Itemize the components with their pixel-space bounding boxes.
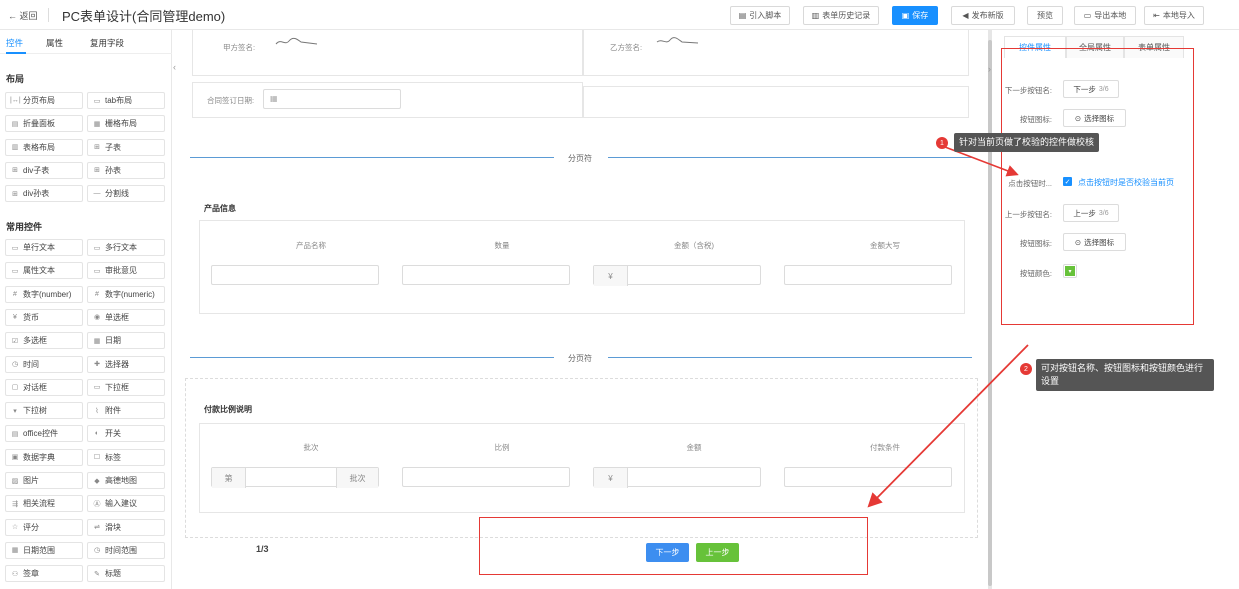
annotation-marker-1: 1 bbox=[936, 137, 948, 149]
annotation-tooltip-2: 可对按钮名称、按钮图标和按钮颜色进行设置 bbox=[1036, 359, 1214, 391]
annotation-tooltip-1: 针对当前页做了校验的控件做校核 bbox=[954, 133, 1100, 152]
annotation-marker-2: 2 bbox=[1020, 363, 1032, 375]
annotation-arrows bbox=[867, 146, 1029, 508]
